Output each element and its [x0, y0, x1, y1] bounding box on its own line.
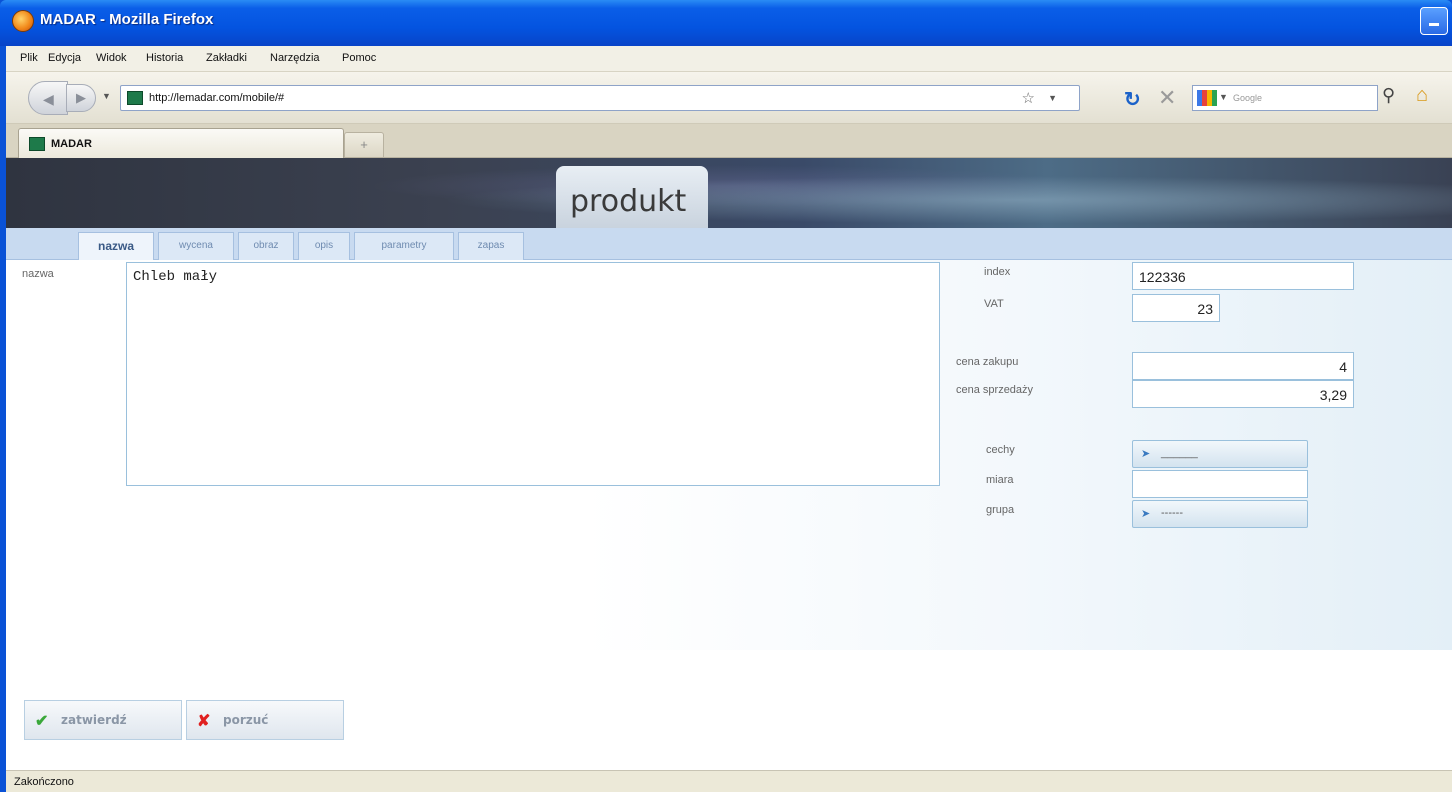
url-dropdown-icon[interactable]: ▼	[1048, 93, 1057, 103]
tab-parametry[interactable]: parametry	[354, 232, 454, 260]
index-label: index	[984, 266, 1011, 278]
tab-zapas[interactable]: zapas	[458, 232, 524, 260]
search-engine-icon[interactable]	[1197, 90, 1217, 106]
index-field[interactable]: 122336	[1132, 262, 1354, 290]
title-bar: MADAR - Mozilla Firefox	[0, 0, 1452, 46]
status-text: Zakończono	[14, 776, 74, 788]
status-bar: Zakończono	[6, 770, 1452, 792]
cena-zakupu-field[interactable]: 4	[1132, 352, 1354, 380]
url-text[interactable]: http://lemadar.com/mobile/#	[149, 92, 284, 104]
address-bar[interactable]: http://lemadar.com/mobile/# ☆ ▼	[120, 85, 1080, 111]
menu-help[interactable]: Pomoc	[342, 52, 376, 64]
tab-opis[interactable]: opis	[298, 232, 350, 260]
minimize-button[interactable]	[1420, 7, 1448, 35]
tab-favicon-icon	[29, 137, 45, 151]
page-content: produkt nazwa wycena obraz opis parametr…	[6, 158, 1452, 770]
menu-view[interactable]: Widok	[96, 52, 127, 64]
product-subtabs: nazwa wycena obraz opis parametry zapas	[6, 228, 1452, 261]
browser-client: Plik Edycja Widok Historia Zakładki Narz…	[6, 46, 1452, 792]
confirm-label: zatwierdź	[61, 713, 127, 727]
nazwa-textarea[interactable]: Chleb mały	[126, 262, 940, 486]
cancel-label: porzuć	[223, 713, 269, 727]
tab-obraz[interactable]: obraz	[238, 232, 294, 260]
dropdown-arrow-icon: ➤	[1141, 448, 1151, 460]
tab-label: MADAR	[51, 138, 92, 150]
page-banner: produkt	[6, 158, 1452, 228]
forward-button[interactable]: ▶	[66, 84, 96, 112]
cancel-button[interactable]: ✘ porzuć	[186, 700, 344, 740]
stop-icon[interactable]: ✕	[1158, 85, 1176, 111]
tab-madar[interactable]: MADAR	[18, 128, 344, 158]
search-go-icon[interactable]: ⚲	[1382, 85, 1395, 106]
vat-field[interactable]: 23	[1132, 294, 1220, 322]
search-placeholder[interactable]: Google	[1233, 93, 1262, 103]
confirm-button[interactable]: ✔ zatwierdź	[24, 700, 182, 740]
menu-bookmarks[interactable]: Zakładki	[206, 52, 247, 64]
reload-icon[interactable]: ↻	[1124, 87, 1141, 112]
firefox-icon	[12, 10, 34, 32]
cena-sprzedazy-field[interactable]: 3,29	[1132, 380, 1354, 408]
grupa-dropdown[interactable]: ➤ ------	[1132, 500, 1308, 528]
cechy-value: ______	[1161, 447, 1198, 459]
tab-strip: MADAR +	[6, 124, 1452, 158]
grupa-value: ------	[1161, 507, 1183, 519]
home-icon[interactable]: ⌂	[1416, 84, 1428, 107]
grupa-label: grupa	[986, 504, 1015, 516]
checkmark-icon: ✔	[35, 713, 49, 730]
nazwa-label: nazwa	[22, 268, 54, 280]
cross-icon: ✘	[197, 713, 211, 730]
plus-icon: +	[360, 137, 368, 152]
new-tab-button[interactable]: +	[344, 132, 384, 158]
nazwa-value[interactable]: Chleb mały	[133, 269, 217, 285]
page-title: produkt	[570, 184, 687, 219]
cechy-label: cechy	[986, 444, 1015, 456]
site-favicon-icon	[127, 91, 143, 105]
bookmark-star-icon[interactable]: ☆	[1022, 89, 1035, 107]
tab-wycena[interactable]: wycena	[158, 232, 234, 260]
minimize-icon	[1429, 23, 1439, 26]
back-button[interactable]: ◀	[28, 81, 68, 115]
miara-field[interactable]	[1132, 470, 1308, 498]
history-dropdown-icon[interactable]: ▼	[102, 91, 111, 101]
menu-file[interactable]: Plik	[20, 52, 38, 64]
cena-zakupu-label: cena zakupu	[956, 356, 1019, 368]
back-arrow-icon: ◀	[43, 91, 54, 107]
product-form: nazwa Chleb mały index 122336 VAT 23 cen…	[6, 260, 1452, 650]
menu-history[interactable]: Historia	[146, 52, 183, 64]
search-bar[interactable]: ▼ Google	[1192, 85, 1378, 111]
miara-label: miara	[986, 474, 1014, 486]
dropdown-arrow-icon: ➤	[1141, 508, 1151, 520]
search-engine-dropdown-icon[interactable]: ▼	[1219, 92, 1228, 102]
tab-nazwa[interactable]: nazwa	[78, 232, 154, 261]
window-title: MADAR - Mozilla Firefox	[40, 11, 214, 28]
forward-arrow-icon: ▶	[76, 90, 86, 105]
vat-label: VAT	[984, 298, 1004, 310]
cechy-dropdown[interactable]: ➤ ______	[1132, 440, 1308, 468]
menu-bar: Plik Edycja Widok Historia Zakładki Narz…	[6, 46, 1452, 72]
navigation-toolbar: ◀ ▶ ▼ http://lemadar.com/mobile/# ☆ ▼ ↻ …	[6, 72, 1452, 124]
page-title-tab: produkt	[556, 166, 708, 228]
cena-sprzedazy-label: cena sprzedaży	[956, 384, 1034, 396]
browser-window: MADAR - Mozilla Firefox Plik Edycja Wido…	[0, 0, 1452, 792]
menu-edit[interactable]: Edycja	[48, 52, 81, 64]
menu-tools[interactable]: Narzędzia	[270, 52, 320, 64]
